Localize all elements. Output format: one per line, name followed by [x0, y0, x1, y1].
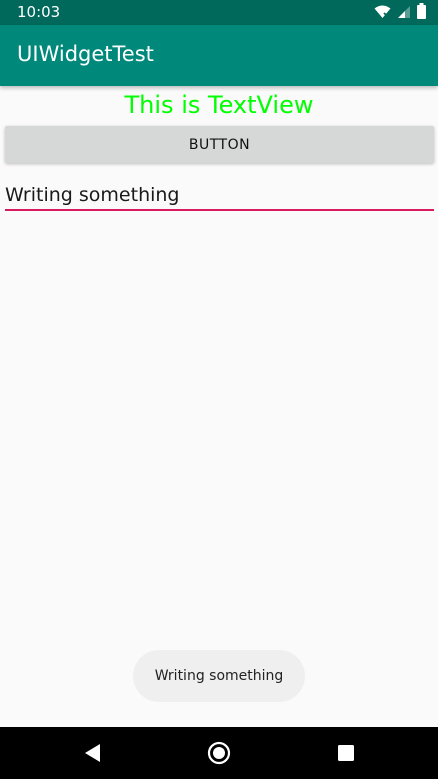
recents-icon[interactable]: [334, 741, 358, 765]
status-time: 10:03: [17, 3, 61, 21]
main-button[interactable]: BUTTON: [5, 126, 434, 163]
status-icons: [374, 3, 426, 23]
main-content: This is TextView BUTTON Writing somethin…: [0, 86, 438, 727]
app-title: UIWidgetTest: [17, 42, 154, 66]
app-bar: UIWidgetTest: [0, 25, 438, 86]
home-icon[interactable]: [207, 741, 231, 765]
status-bar: 10:03: [0, 0, 438, 25]
navigation-bar: [0, 727, 438, 779]
edit-text-field[interactable]: Writing something: [5, 181, 434, 211]
wifi-icon: [374, 4, 391, 23]
battery-icon: [417, 3, 426, 23]
toast-message: Writing something: [133, 650, 305, 702]
back-icon[interactable]: [81, 741, 105, 765]
cell-signal-icon: [397, 4, 411, 23]
text-view: This is TextView: [124, 91, 314, 119]
